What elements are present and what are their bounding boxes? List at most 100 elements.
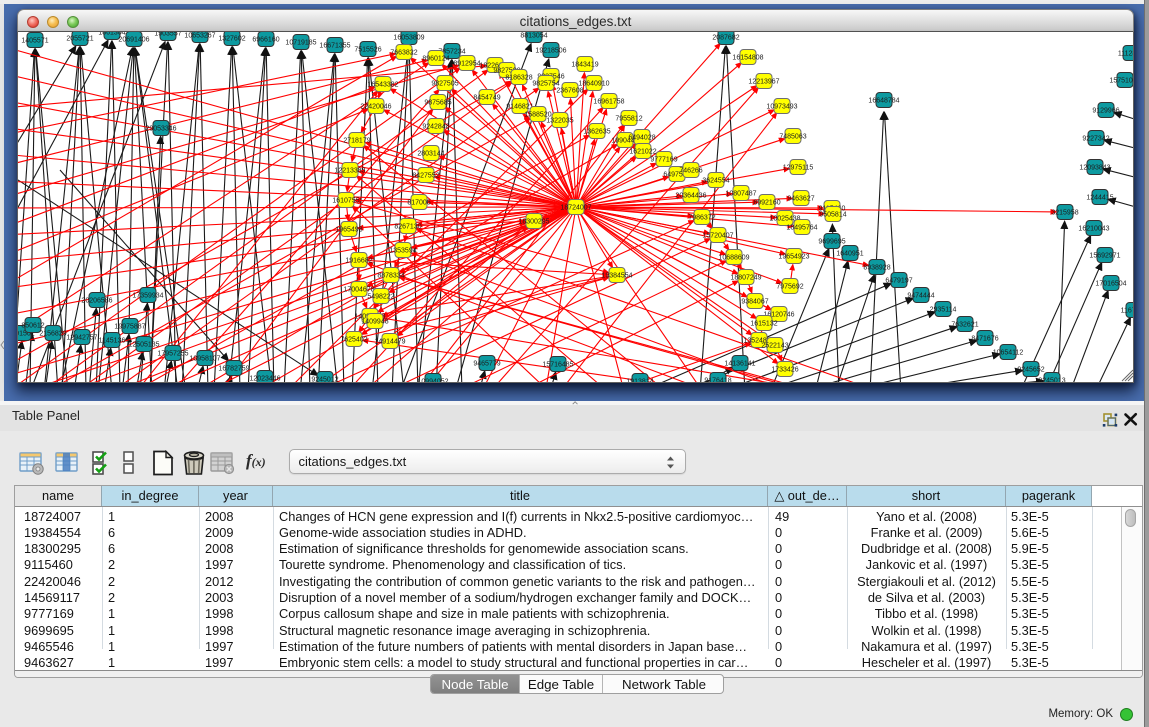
- svg-text:9463627: 9463627: [787, 196, 814, 203]
- svg-text:6494028: 6494028: [628, 135, 655, 142]
- svg-text:9242848: 9242848: [422, 124, 449, 131]
- svg-text:9465779: 9465779: [473, 361, 500, 368]
- svg-text:1913814: 1913814: [626, 379, 653, 382]
- svg-text:29053346: 29053346: [145, 126, 176, 133]
- svg-text:17016504: 17016504: [1095, 281, 1126, 288]
- svg-text:7986372: 7986372: [688, 215, 715, 222]
- svg-text:8878334: 8878334: [377, 273, 404, 280]
- svg-text:6966160: 6966160: [252, 37, 279, 44]
- svg-text:1615132: 1615132: [750, 321, 777, 328]
- svg-text:9245652: 9245652: [1017, 367, 1044, 374]
- svg-text:7485063: 7485063: [779, 134, 806, 141]
- svg-text:8267130: 8267130: [394, 224, 421, 231]
- svg-text:1621022: 1621022: [629, 149, 656, 156]
- svg-text:16154808: 16154808: [732, 55, 763, 62]
- svg-text:1965498: 1965498: [335, 227, 362, 234]
- svg-text:5498222: 5498222: [367, 294, 394, 301]
- svg-text:12942757: 12942757: [66, 335, 97, 342]
- svg-text:2935114: 2935114: [930, 307, 957, 314]
- svg-text:1903557: 1903557: [154, 32, 181, 38]
- svg-text:1145136: 1145136: [99, 338, 126, 345]
- svg-text:12975115: 12975115: [783, 165, 814, 172]
- svg-text:1244415: 1244415: [1086, 195, 1113, 202]
- svg-text:1322035: 1322035: [546, 118, 573, 125]
- svg-text:16210043: 16210043: [1078, 226, 1109, 233]
- svg-text:7955812: 7955812: [615, 116, 642, 123]
- svg-text:16782759: 16782759: [218, 366, 249, 373]
- svg-text:8186328: 8186328: [505, 75, 532, 82]
- svg-text:3624554: 3624554: [702, 178, 729, 185]
- svg-text:15720407: 15720407: [702, 233, 733, 240]
- svg-text:16543382: 16543382: [367, 82, 398, 89]
- svg-text:19975887: 19975887: [114, 324, 145, 331]
- svg-text:6479197: 6479197: [885, 278, 912, 285]
- svg-text:8992160: 8992160: [753, 200, 780, 207]
- svg-text:9176418: 9176418: [704, 378, 731, 382]
- svg-text:15716485: 15716485: [542, 362, 573, 369]
- svg-text:1610755: 1610755: [332, 198, 359, 205]
- svg-text:9245012: 9245012: [311, 377, 338, 382]
- svg-text:14914479: 14914479: [374, 339, 405, 346]
- svg-text:10958107: 10958107: [189, 356, 220, 363]
- svg-text:7515526: 7515526: [354, 47, 381, 54]
- svg-text:17004678: 17004678: [343, 287, 374, 294]
- svg-text:12093843: 12093843: [1079, 165, 1110, 172]
- svg-text:2367608: 2367608: [556, 88, 583, 95]
- svg-text:7663822: 7663822: [390, 50, 417, 57]
- svg-text:8938928: 8938928: [863, 265, 890, 272]
- svg-text:9699695: 9699695: [818, 239, 845, 246]
- svg-text:20206586: 20206586: [81, 298, 112, 305]
- svg-text:2718179: 2718179: [343, 138, 370, 145]
- svg-text:9827505: 9827505: [431, 81, 458, 88]
- svg-text:1409948: 1409948: [361, 319, 388, 326]
- svg-text:10654112: 10654112: [993, 350, 1024, 357]
- svg-text:1640951: 1640951: [836, 251, 863, 258]
- svg-text:10973493: 10973493: [766, 104, 797, 111]
- svg-text:18724007: 18724007: [560, 205, 591, 212]
- svg-text:8912954: 8912954: [453, 61, 480, 68]
- svg-text:9875685: 9875685: [424, 100, 451, 107]
- svg-text:9245013: 9245013: [1038, 378, 1065, 382]
- svg-text:3215958: 3215958: [1051, 210, 1078, 217]
- svg-text:16648784: 16648784: [868, 98, 899, 105]
- svg-text:850612: 850612: [21, 323, 44, 330]
- svg-text:18807249: 18807249: [730, 275, 761, 282]
- svg-text:8813054: 8813054: [520, 33, 547, 40]
- svg-text:12213967: 12213967: [748, 79, 779, 86]
- svg-text:19654923: 19654923: [778, 254, 809, 261]
- svg-text:16671355: 16671355: [319, 43, 350, 50]
- svg-text:9505814: 9505814: [819, 212, 846, 219]
- svg-text:8960124: 8960124: [422, 56, 449, 63]
- svg-text:7625402: 7625402: [340, 337, 367, 344]
- svg-text:10994052: 10994052: [417, 379, 448, 382]
- svg-text:14136141: 14136141: [724, 361, 755, 368]
- svg-text:9384067: 9384067: [741, 299, 768, 306]
- svg-text:746266: 746266: [679, 168, 702, 175]
- svg-text:10653267: 10653267: [184, 33, 215, 40]
- svg-text:1112843: 1112843: [1118, 51, 1134, 58]
- svg-text:10688609: 10688609: [718, 255, 749, 262]
- svg-text:9825754: 9825754: [532, 81, 559, 88]
- svg-text:1733426: 1733426: [771, 367, 798, 374]
- svg-text:19218506: 19218506: [535, 48, 566, 55]
- svg-text:22420046: 22420046: [360, 104, 391, 111]
- svg-text:12213383: 12213383: [334, 168, 365, 175]
- svg-text:2522143: 2522143: [761, 343, 788, 350]
- svg-text:2156829: 2156829: [39, 331, 66, 338]
- svg-text:2087682: 2087682: [712, 35, 739, 42]
- svg-text:817006: 817006: [407, 200, 430, 207]
- svg-text:1843419: 1843419: [571, 62, 598, 69]
- svg-text:8454749: 8454749: [473, 95, 500, 102]
- svg-text:18300295: 18300295: [518, 219, 549, 226]
- svg-text:12505135: 12505135: [128, 342, 159, 349]
- svg-text:12023446: 12023446: [249, 376, 280, 382]
- svg-text:1362635: 1362635: [583, 129, 610, 136]
- svg-text:18640910: 18640910: [578, 81, 609, 88]
- svg-text:16053809: 16053809: [393, 35, 424, 42]
- svg-text:7632621: 7632621: [951, 322, 978, 329]
- svg-text:10807487: 10807487: [725, 191, 756, 198]
- svg-text:9129966: 9129966: [1092, 108, 1119, 115]
- svg-text:18495764: 18495764: [786, 225, 817, 232]
- svg-text:2803144: 2803144: [417, 151, 444, 158]
- svg-text:9777169: 9777169: [650, 157, 677, 164]
